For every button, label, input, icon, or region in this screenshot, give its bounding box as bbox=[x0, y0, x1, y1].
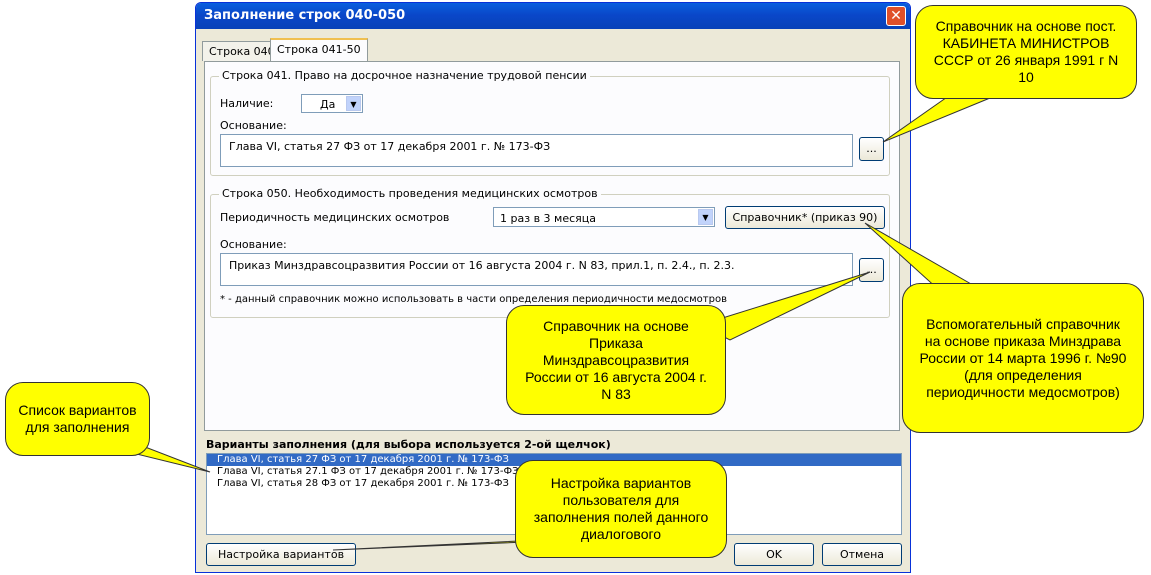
callout-text: Настройка вариантов пользователя для зап… bbox=[533, 475, 709, 542]
callout-text: Справочник на основе Приказа Минздравсоц… bbox=[525, 317, 707, 402]
callout-minzdrav: Справочник на основе Приказа Минздравсоц… bbox=[506, 305, 726, 415]
callout-settings: Настройка вариантов пользователя для зап… bbox=[515, 460, 727, 558]
callout-text: Вспомогательный справочник на основе при… bbox=[919, 315, 1127, 400]
callout-text: Список вариантов для заполнения bbox=[18, 402, 137, 435]
callout-cabinet: Справочник на основе пост. КАБИНЕТА МИНИ… bbox=[915, 5, 1137, 99]
callout-order90: Вспомогательный справочник на основе при… bbox=[902, 283, 1144, 433]
callout-variants-list: Список вариантов для заполнения bbox=[5, 382, 150, 456]
callout-text: Справочник на основе пост. КАБИНЕТА МИНИ… bbox=[933, 18, 1119, 85]
